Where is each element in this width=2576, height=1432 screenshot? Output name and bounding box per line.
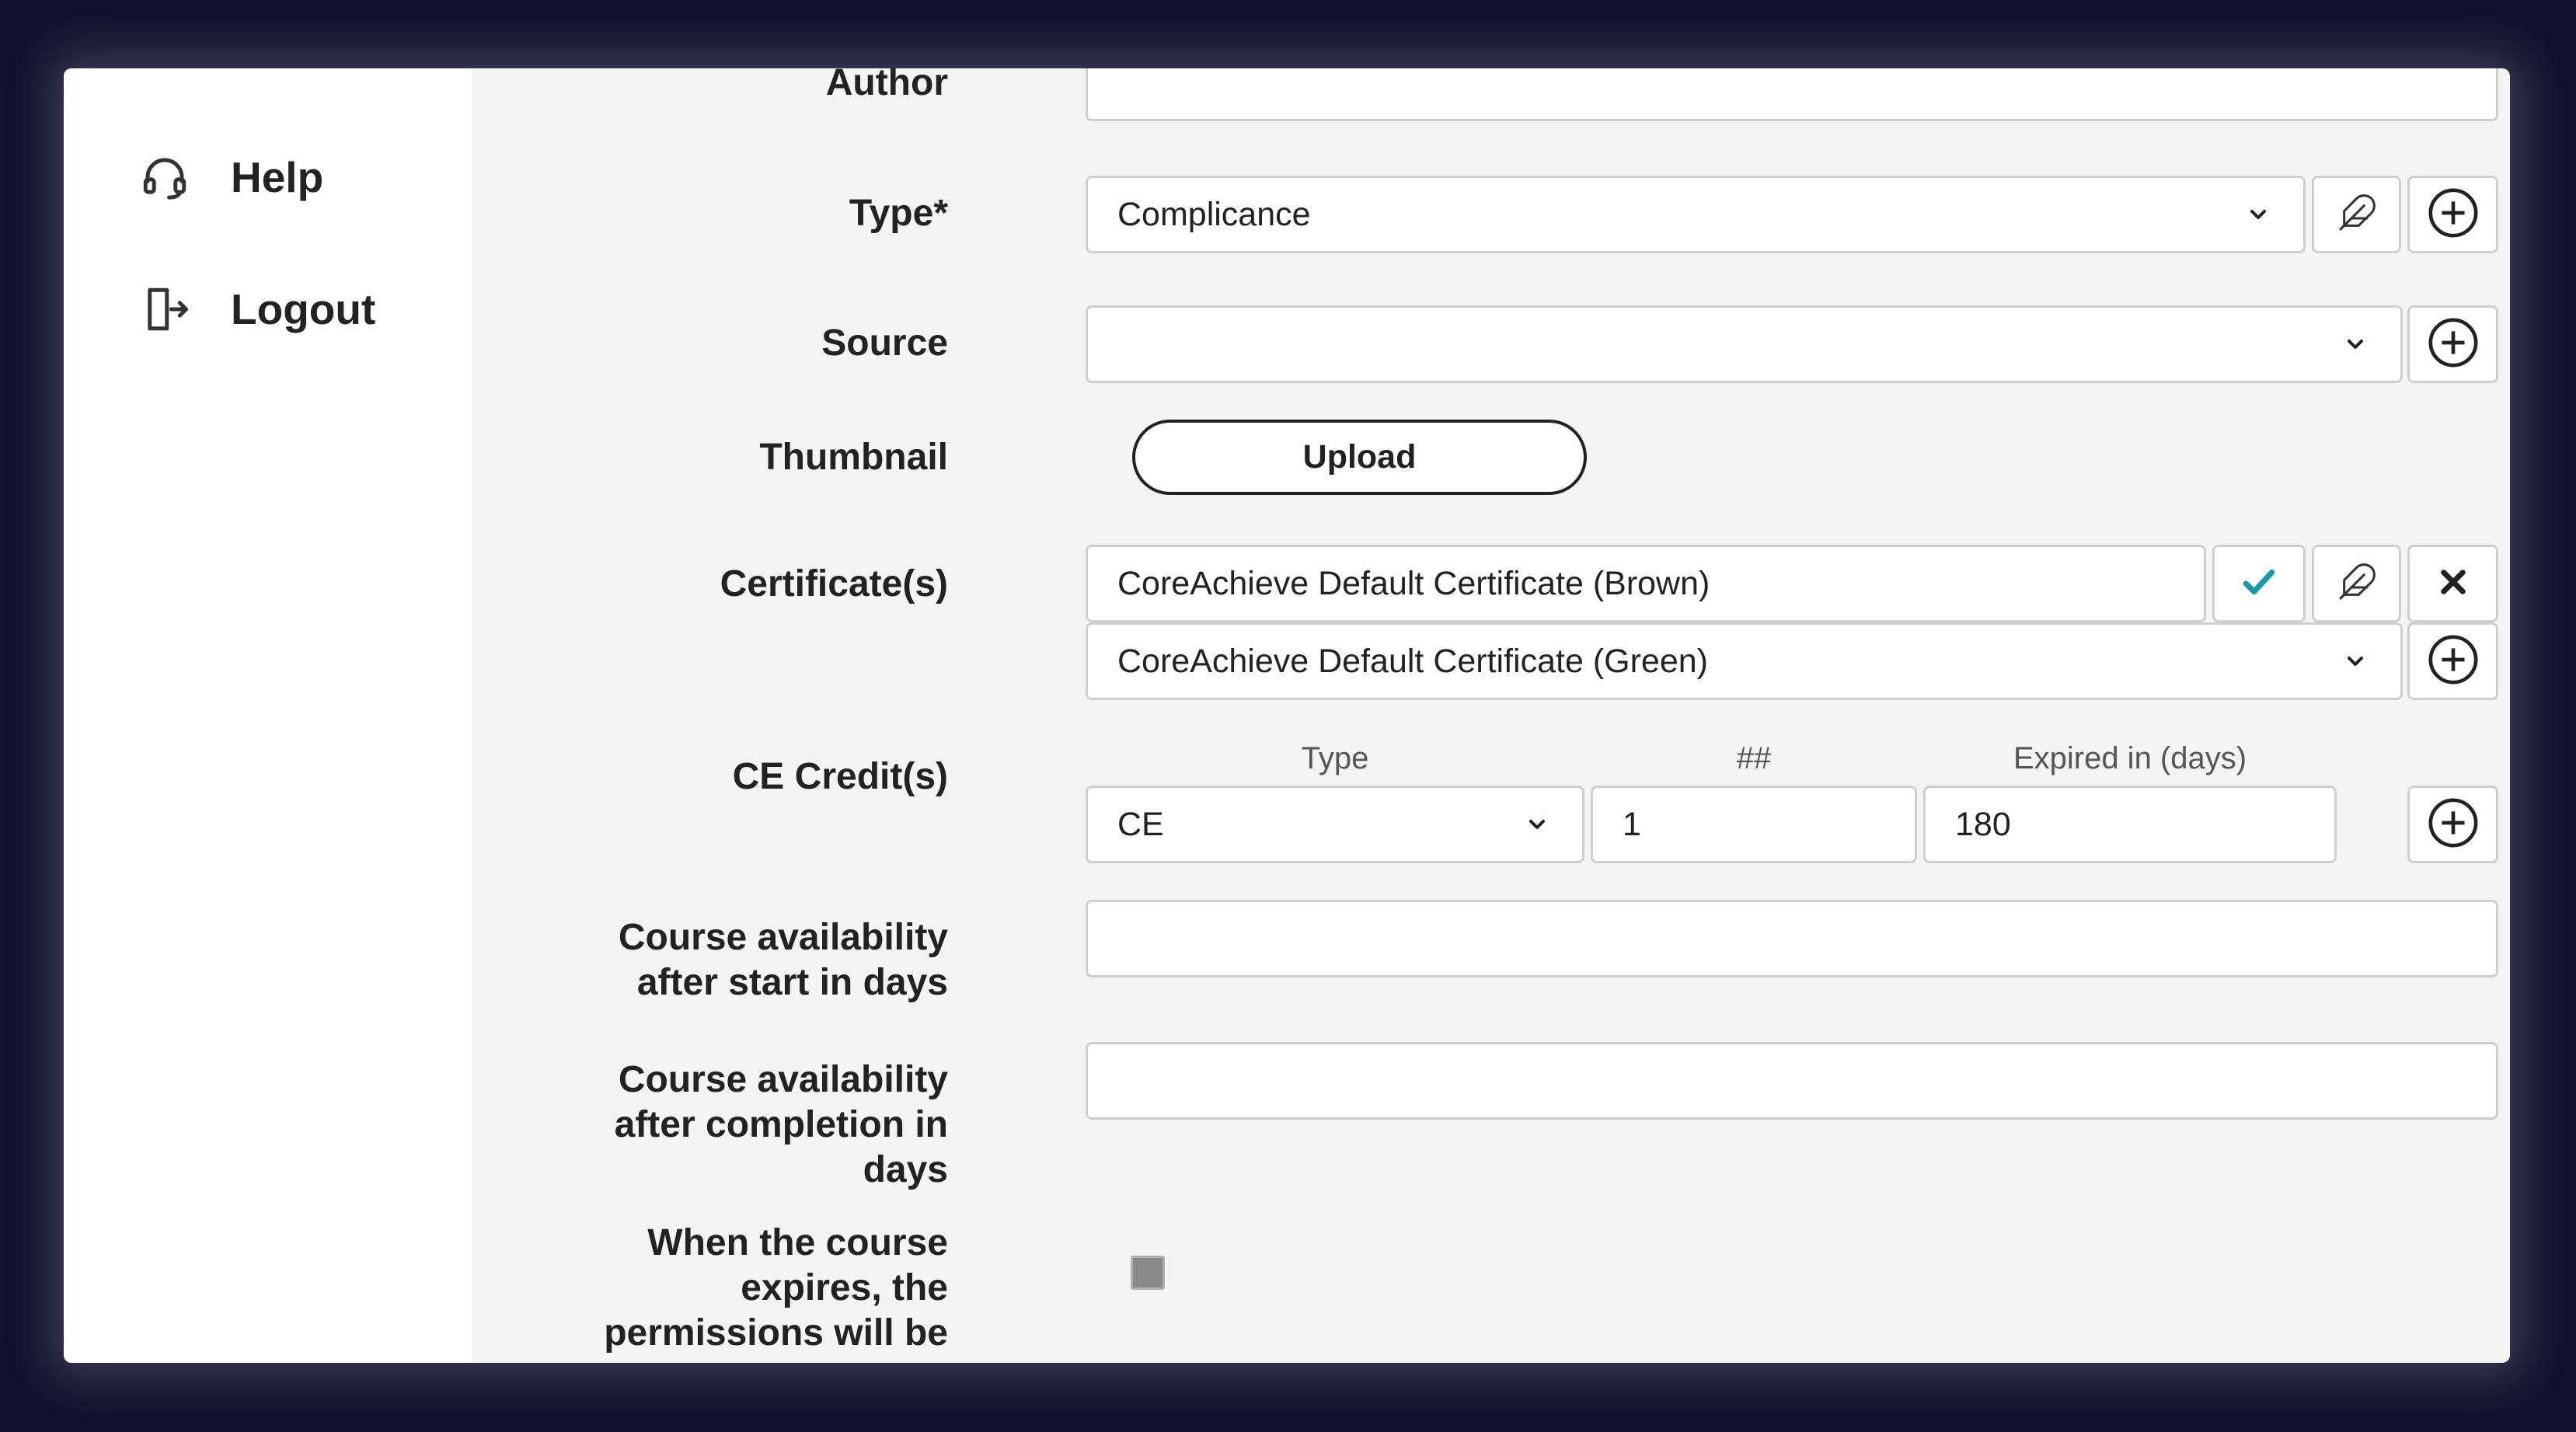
course-form: Author Type* Complicance Source Thumbnai… [472, 68, 2510, 1363]
sidebar-item-logout[interactable]: Logout [138, 274, 375, 344]
thumbnail-label: Thumbnail [759, 437, 948, 478]
availability-completion-input[interactable] [1086, 1042, 2498, 1120]
plus-circle-icon [2426, 315, 2480, 374]
certificates-label: Certificate(s) [720, 563, 948, 605]
sidebar-item-label: Help [231, 153, 324, 201]
source-select[interactable] [1086, 305, 2403, 383]
availability-completion-label: Course availability after completion in … [614, 1059, 948, 1190]
sidebar: Help Logout [64, 68, 472, 1363]
ce-number-input[interactable]: 1 [1591, 786, 1917, 863]
feather-icon [2335, 191, 2379, 239]
logout-icon [138, 282, 192, 336]
certificate-edit-button[interactable] [2312, 545, 2401, 622]
check-icon [2240, 563, 2278, 605]
close-icon [2437, 566, 2470, 602]
ce-expired-column-header: Expired in (days) [2013, 741, 2247, 775]
ce-credits-label: CE Credit(s) [732, 756, 948, 797]
availability-start-input[interactable] [1086, 900, 2498, 977]
source-label: Source [821, 322, 948, 364]
author-input[interactable] [1086, 68, 2498, 121]
plus-circle-icon [2426, 796, 2480, 854]
chevron-down-icon [1523, 810, 1551, 838]
plus-circle-icon [2426, 186, 2480, 244]
headset-icon [138, 150, 192, 204]
expire-permissions-checkbox[interactable] [1131, 1256, 1165, 1290]
chevron-down-icon [2341, 647, 2369, 675]
app-window: Help Logout Author Type* Complicance Sou… [64, 68, 2510, 1363]
certificate-remove-button[interactable] [2407, 545, 2498, 622]
ce-type-select[interactable]: CE [1086, 786, 1584, 863]
author-label: Author [825, 68, 948, 103]
availability-start-label: Course availability after start in days [618, 917, 948, 1003]
expire-permissions-label: When the course expires, the permissions… [604, 1222, 948, 1354]
certificate-select[interactable]: CoreAchieve Default Certificate (Green) [1086, 622, 2403, 700]
plus-circle-icon [2426, 632, 2480, 691]
ce-expired-input[interactable]: 180 [1923, 786, 2337, 863]
certificate-add-button[interactable] [2407, 622, 2498, 700]
type-label: Type* [849, 193, 948, 234]
certificate-confirm-button[interactable] [2212, 545, 2306, 622]
ce-type-column-header: Type [1301, 741, 1369, 775]
certificate-selected-field: CoreAchieve Default Certificate (Brown) [1086, 545, 2206, 622]
sidebar-item-label: Logout [231, 285, 376, 333]
type-add-button[interactable] [2407, 176, 2498, 253]
source-add-button[interactable] [2407, 305, 2498, 383]
feather-icon [2335, 560, 2379, 608]
chevron-down-icon [2244, 200, 2272, 228]
type-edit-button[interactable] [2312, 176, 2401, 253]
ce-credit-add-button[interactable] [2407, 786, 2498, 863]
type-select[interactable]: Complicance [1086, 176, 2306, 253]
upload-button[interactable]: Upload [1132, 420, 1587, 495]
ce-number-column-header: ## [1736, 741, 1772, 775]
chevron-down-icon [2341, 330, 2369, 358]
sidebar-item-help[interactable]: Help [138, 142, 323, 212]
